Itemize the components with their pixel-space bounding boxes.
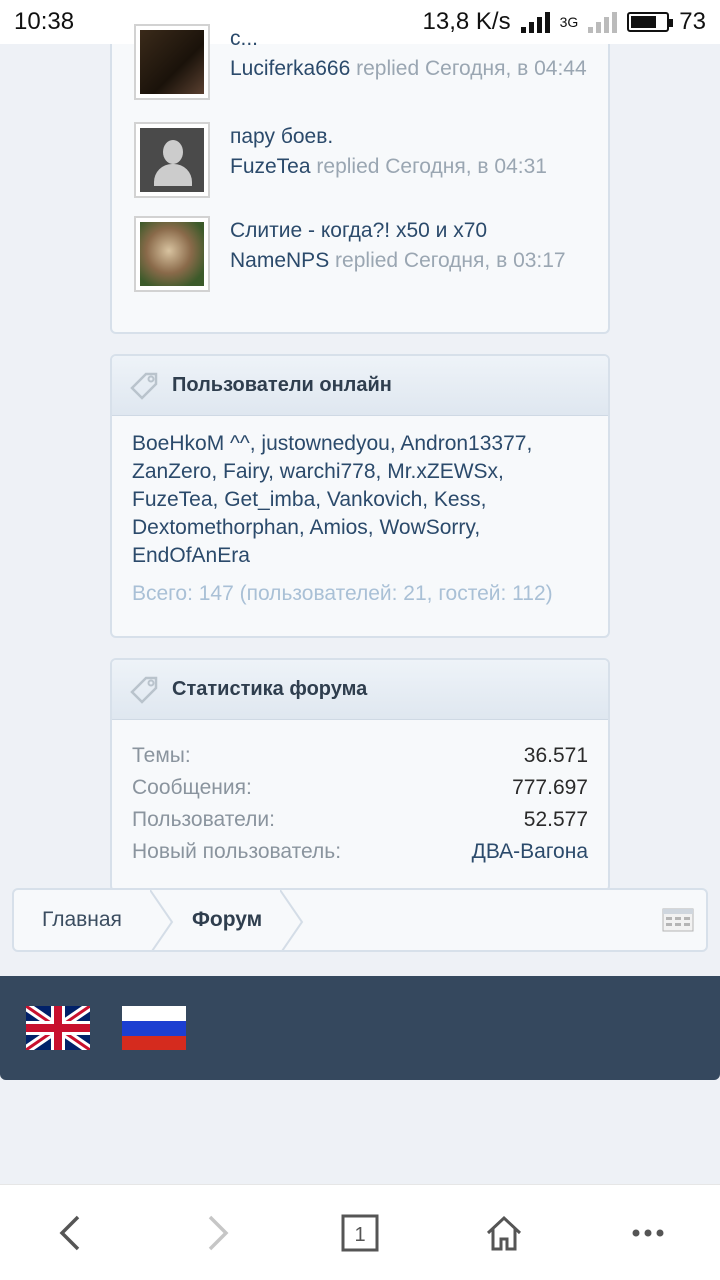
thread-meta: replied Сегодня, в 04:31 [316, 155, 547, 178]
breadcrumb-separator [149, 890, 174, 950]
stat-label: Темы: [132, 744, 191, 767]
breadcrumb: Главная Форум [12, 888, 708, 952]
stat-row: Сообщения: 777.697 [132, 772, 588, 804]
footer [0, 976, 720, 1080]
thread-item[interactable]: Слитие - когда?! х50 и х70 NameNPS repli… [134, 216, 594, 292]
online-total: Всего: 147 (пользователей: 21, гостей: 1… [132, 582, 553, 605]
home-button[interactable] [474, 1203, 534, 1263]
breadcrumb-forum[interactable]: Форум [174, 890, 280, 950]
recent-threads-box: с... Luciferka666 replied Сегодня, в 04:… [110, 24, 610, 334]
forum-stats-title: Статистика форума [172, 678, 368, 700]
forum-stats-header: Статистика форума [112, 660, 608, 720]
tag-icon [128, 674, 160, 706]
thread-title[interactable]: Слитие - когда?! х50 и х70 [230, 216, 566, 246]
thread-user[interactable]: FuzeTea [230, 155, 311, 178]
uk-flag-icon[interactable] [23, 1002, 93, 1054]
newest-user-link[interactable]: ДВА-Вагона [472, 836, 588, 868]
online-users-box: Пользователи онлайн BoeHkoM ^^, justowne… [110, 354, 610, 638]
browser-toolbar: 1 [0, 1184, 720, 1280]
thread-title[interactable]: с... [230, 24, 587, 54]
tabs-button[interactable]: 1 [330, 1203, 390, 1263]
online-users-title: Пользователи онлайн [172, 374, 392, 396]
stat-row: Пользователи: 52.577 [132, 804, 588, 836]
avatar[interactable] [134, 122, 210, 198]
status-time: 10:38 [14, 8, 75, 35]
battery-level: 73 [679, 8, 706, 35]
battery-icon [627, 12, 674, 32]
tab-count: 1 [354, 1224, 365, 1246]
stat-value: 777.697 [512, 776, 588, 799]
stat-label: Новый пользователь: [132, 840, 342, 863]
forward-button[interactable] [186, 1203, 246, 1263]
thread-title[interactable]: пару боев. [230, 122, 547, 152]
thread-meta: replied Сегодня, в 04:44 [356, 57, 587, 80]
avatar[interactable] [134, 216, 210, 292]
breadcrumb-menu-icon[interactable] [662, 908, 694, 932]
breadcrumb-separator [279, 890, 304, 950]
thread-meta: replied Сегодня, в 03:17 [335, 249, 566, 272]
home-icon [486, 1215, 522, 1250]
more-dots-icon [632, 1229, 664, 1236]
forum-stats-box: Статистика форума Темы: 36.571 Сообщения… [110, 658, 610, 892]
tabs-icon: 1 [341, 1214, 379, 1251]
online-users-header: Пользователи онлайн [112, 356, 608, 416]
russia-flag-icon[interactable] [122, 1006, 186, 1050]
thread-user[interactable]: Luciferka666 [230, 57, 350, 80]
stat-row: Темы: 36.571 [132, 740, 588, 772]
stat-value: 52.577 [523, 808, 588, 831]
forward-arrow-icon [208, 1215, 229, 1250]
breadcrumb-home[interactable]: Главная [14, 890, 150, 950]
thread-user[interactable]: NameNPS [230, 249, 329, 272]
online-users-list[interactable]: BoeHkoM ^^, justownedyou, Andron13377, Z… [112, 416, 608, 570]
tag-icon [128, 370, 160, 402]
back-arrow-icon [59, 1215, 80, 1250]
avatar[interactable] [134, 24, 210, 100]
thread-item[interactable]: с... Luciferka666 replied Сегодня, в 04:… [134, 24, 594, 100]
stats-list: Темы: 36.571 Сообщения: 777.697 Пользова… [112, 720, 608, 868]
stat-label: Сообщения: [132, 776, 252, 799]
thread-item[interactable]: пару боев. FuzeTea replied Сегодня, в 04… [134, 122, 594, 198]
more-menu-button[interactable] [618, 1203, 678, 1263]
stat-value: 36.571 [523, 744, 588, 767]
back-button[interactable] [42, 1203, 102, 1263]
stat-row: Новый пользователь: ДВА-Вагона [132, 836, 588, 868]
stat-label: Пользователи: [132, 808, 275, 831]
